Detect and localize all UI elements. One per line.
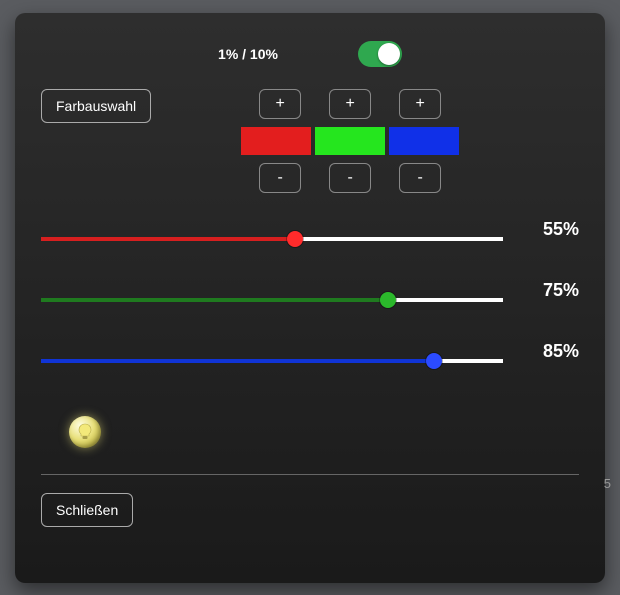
blue-slider-fill — [41, 359, 434, 363]
divider — [41, 474, 579, 475]
red-slider-row: 55% — [41, 229, 579, 250]
red-slider-fill — [41, 237, 295, 241]
green-slider-value: 75% — [529, 280, 579, 301]
blue-swatch — [389, 127, 459, 155]
color-control-panel: 1% / 10% Farbauswahl + + + - - - — [15, 13, 605, 583]
green-slider[interactable] — [41, 298, 503, 302]
red-plus-button[interactable]: + — [259, 89, 301, 119]
green-plus-button[interactable]: + — [329, 89, 371, 119]
green-swatch — [315, 127, 385, 155]
blue-slider-row: 85% — [41, 351, 579, 372]
sliders: 55% 75% 85% — [41, 229, 579, 372]
blue-slider[interactable] — [41, 359, 503, 363]
step-size-toggle[interactable] — [358, 41, 402, 67]
swatch-row — [241, 127, 459, 155]
red-minus-button[interactable]: - — [259, 163, 301, 193]
lightbulb-icon — [77, 423, 93, 441]
blue-slider-thumb[interactable] — [426, 353, 442, 369]
green-minus-button[interactable]: - — [329, 163, 371, 193]
swatch-group: + + + - - - — [241, 89, 459, 193]
green-slider-thumb[interactable] — [380, 292, 396, 308]
bulb-icon[interactable] — [69, 416, 101, 448]
green-slider-row: 75% — [41, 290, 579, 311]
mid-row: Farbauswahl + + + - - - — [41, 89, 579, 193]
red-slider-value: 55% — [529, 219, 579, 240]
red-swatch — [241, 127, 311, 155]
header-row: 1% / 10% — [41, 41, 579, 67]
blue-plus-button[interactable]: + — [399, 89, 441, 119]
close-button[interactable]: Schließen — [41, 493, 133, 527]
stepper-minus-row: - - - — [253, 163, 447, 193]
color-picker-button[interactable]: Farbauswahl — [41, 89, 151, 123]
stepper-plus-row: + + + — [253, 89, 447, 119]
green-slider-fill — [41, 298, 388, 302]
blue-slider-value: 85% — [529, 341, 579, 362]
step-size-label: 1% / 10% — [218, 46, 278, 62]
red-slider-thumb[interactable] — [287, 231, 303, 247]
footer: Schließen — [41, 493, 579, 527]
blue-minus-button[interactable]: - — [399, 163, 441, 193]
edge-number: 5 — [604, 476, 611, 491]
red-slider[interactable] — [41, 237, 503, 241]
bulb-row — [41, 416, 579, 448]
